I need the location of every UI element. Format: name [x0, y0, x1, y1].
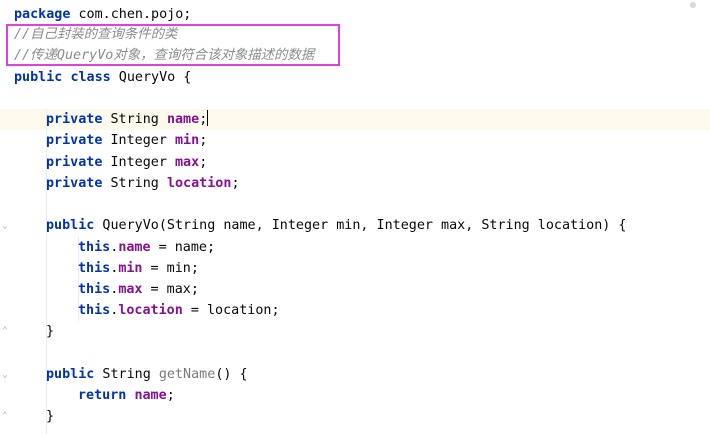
field-min: min [175, 133, 200, 148]
keyword-class: class [70, 70, 111, 85]
code-line-field-max[interactable]: private Integer max; [46, 152, 207, 173]
code-line-getter[interactable]: public String getName() { [46, 364, 248, 385]
code-line-assign-max[interactable]: this.max = max; [78, 279, 199, 300]
close-brace: } [46, 324, 55, 339]
keyword-public: public [46, 218, 95, 233]
fold-method-icon[interactable]: ⌄ [1, 370, 9, 380]
keyword-this: this [78, 261, 111, 276]
assignment: = min; [142, 261, 199, 276]
keyword-private: private [46, 112, 103, 127]
code-line-close-brace[interactable]: } [46, 406, 54, 427]
field-name: name [118, 240, 151, 255]
code-line-field-name[interactable]: private String name; [46, 109, 209, 130]
code-line-close-brace[interactable]: } [46, 321, 54, 342]
keyword-this: this [78, 282, 111, 297]
keyword-public: public [14, 70, 63, 85]
code-line-assign-min[interactable]: this.min = min; [78, 258, 199, 279]
type-string: String [102, 176, 167, 191]
close-brace: } [46, 409, 55, 424]
code-line-class-decl[interactable]: public class QueryVo { [14, 67, 191, 88]
type-integer: Integer [102, 155, 175, 170]
field-location: location [166, 176, 232, 191]
field-name: name [166, 112, 200, 127]
field-min: min [118, 261, 143, 276]
semicolon: ; [231, 176, 240, 191]
keyword-this: this [78, 303, 111, 318]
code-line-assign-location[interactable]: this.location = location; [78, 300, 280, 321]
method-name: getName [158, 367, 216, 382]
text-caret [207, 110, 209, 126]
keyword-private: private [46, 133, 103, 148]
keyword-package: package [14, 7, 71, 22]
class-name: QueryVo { [110, 70, 192, 85]
method-params: () { [215, 367, 248, 382]
constructor-signature: QueryVo(String name, Integer min, Intege… [94, 218, 627, 233]
field-max: max [175, 155, 200, 170]
code-line-constructor[interactable]: public QueryVo(String name, Integer min,… [46, 215, 626, 236]
code-line-return[interactable]: return name; [78, 385, 175, 406]
keyword-return: return [78, 388, 127, 403]
keyword-public: public [46, 367, 95, 382]
type-string: String [102, 112, 167, 127]
semicolon: ; [199, 155, 208, 170]
inspection-status-icon[interactable] [690, 2, 696, 8]
assignment: = max; [142, 282, 199, 297]
semicolon: ; [166, 388, 175, 403]
field-location: location [118, 303, 183, 318]
code-line-package[interactable]: package com.chen.pojo; [14, 4, 191, 25]
type-integer: Integer [102, 133, 175, 148]
assignment: = name; [150, 240, 216, 255]
package-name: com.chen.pojo; [70, 7, 192, 22]
type-string: String [94, 367, 159, 382]
code-editor[interactable]: ⌄ ⌃ ⌄ ⌃ package com.chen.pojo; //自己封装的查询… [0, 0, 710, 434]
assignment: = location; [182, 303, 280, 318]
code-line-field-min[interactable]: private Integer min; [46, 130, 207, 151]
code-line-field-location[interactable]: private String location; [46, 173, 240, 194]
keyword-private: private [46, 176, 103, 191]
field-max: max [118, 282, 143, 297]
semicolon: ; [199, 133, 208, 148]
fold-end-constructor-icon[interactable]: ⌃ [1, 326, 9, 336]
fold-end-method-icon[interactable]: ⌃ [1, 411, 9, 421]
annotation-highlight-box [6, 24, 340, 66]
keyword-private: private [46, 155, 103, 170]
fold-constructor-icon[interactable]: ⌄ [1, 221, 9, 231]
semicolon: ; [199, 112, 208, 127]
keyword-this: this [78, 240, 111, 255]
code-line-assign-name[interactable]: this.name = name; [78, 237, 215, 258]
field-name: name [134, 388, 167, 403]
